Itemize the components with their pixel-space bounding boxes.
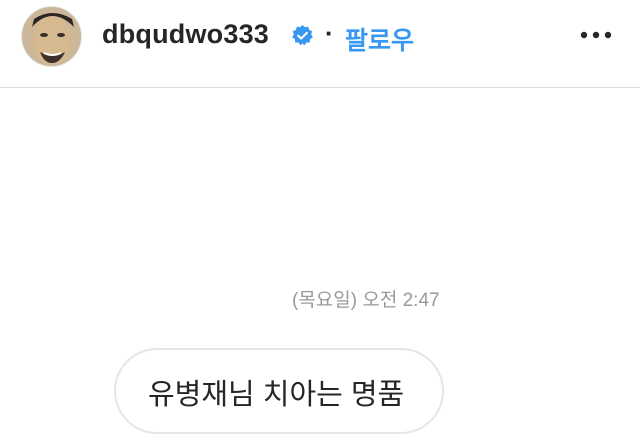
chat-header: dbqudwo333 · 팔로우 bbox=[0, 0, 640, 88]
separator-dot: · bbox=[325, 18, 334, 48]
avatar[interactable] bbox=[21, 6, 82, 67]
username[interactable]: dbqudwo333 bbox=[102, 19, 269, 50]
message-text: 유병재님 치아는 명품 bbox=[148, 379, 405, 411]
avatar-image bbox=[22, 7, 81, 66]
follow-button[interactable]: 팔로우 bbox=[345, 21, 414, 57]
verified-badge-icon bbox=[291, 24, 314, 47]
message-timestamp: (목요일) 오전 2:47 bbox=[292, 290, 440, 311]
more-options-icon[interactable] bbox=[578, 25, 614, 45]
message-bubble[interactable]: 유병재님 치아는 명품 bbox=[114, 348, 444, 434]
